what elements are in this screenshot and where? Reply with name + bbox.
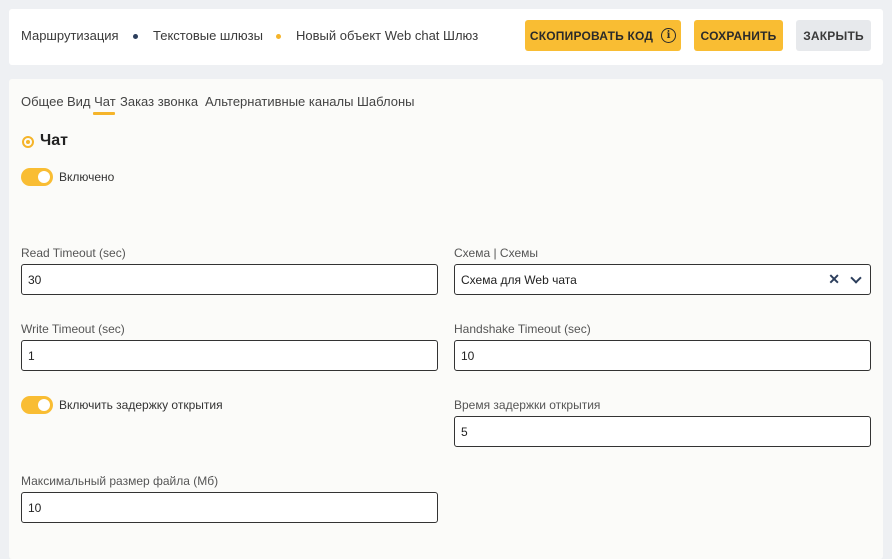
write-timeout-label: Write Timeout (sec) (21, 322, 125, 336)
clear-icon[interactable]: ✕ (828, 271, 840, 288)
close-button[interactable]: ЗАКРЫТЬ (796, 20, 871, 51)
breadcrumb-routing[interactable]: Маршрутизация (21, 28, 119, 43)
scheme-select-controls: ✕ (828, 265, 864, 294)
copy-code-button[interactable]: СКОПИРОВАТЬ КОД i (525, 20, 681, 51)
handshake-timeout-label: Handshake Timeout (sec) (454, 322, 591, 336)
open-delay-toggle[interactable] (21, 396, 53, 414)
max-file-size-input[interactable]: 10 (21, 492, 438, 523)
read-timeout-input[interactable]: 30 (21, 264, 438, 295)
open-delay-time-input[interactable]: 5 (454, 416, 871, 447)
scheme-select[interactable]: Схема для Web чата ✕ (454, 264, 871, 295)
scheme-select-value: Схема для Web чата (461, 272, 577, 287)
chevron-down-icon[interactable] (850, 271, 862, 284)
breadcrumb-separator-dot (133, 34, 138, 39)
chat-enabled-label: Включено (59, 170, 115, 184)
breadcrumb-current: Новый объект Web chat Шлюз (296, 28, 479, 43)
tab-alternative-channels[interactable]: Альтернативные каналы (205, 94, 353, 109)
active-tab-indicator (93, 112, 115, 115)
tab-callback[interactable]: Заказ звонка (120, 94, 198, 109)
handshake-timeout-input[interactable]: 10 (454, 340, 871, 371)
write-timeout-input[interactable]: 1 (21, 340, 438, 371)
tab-chat-view[interactable]: Вид Чат (67, 94, 116, 109)
breadcrumb-text-gateways[interactable]: Текстовые шлюзы (153, 28, 263, 43)
tab-templates[interactable]: Шаблоны (357, 94, 415, 109)
chat-enabled-toggle[interactable] (21, 168, 53, 186)
scheme-label: Схема | Схемы (454, 246, 538, 260)
info-icon: i (661, 28, 677, 43)
read-timeout-label: Read Timeout (sec) (21, 246, 126, 260)
open-delay-time-label: Время задержки открытия (454, 398, 601, 412)
max-file-size-label: Максимальный размер файла (Мб) (21, 474, 219, 488)
breadcrumb-separator-dot-active (276, 34, 281, 39)
copy-code-label: СКОПИРОВАТЬ КОД (529, 28, 654, 43)
radio-dot-icon (22, 136, 34, 148)
open-delay-toggle-label: Включить задержку открытия (59, 398, 223, 412)
section-title: Чат (40, 132, 68, 149)
save-button[interactable]: СОХРАНИТЬ (694, 20, 783, 51)
tab-general[interactable]: Общее (21, 94, 64, 109)
